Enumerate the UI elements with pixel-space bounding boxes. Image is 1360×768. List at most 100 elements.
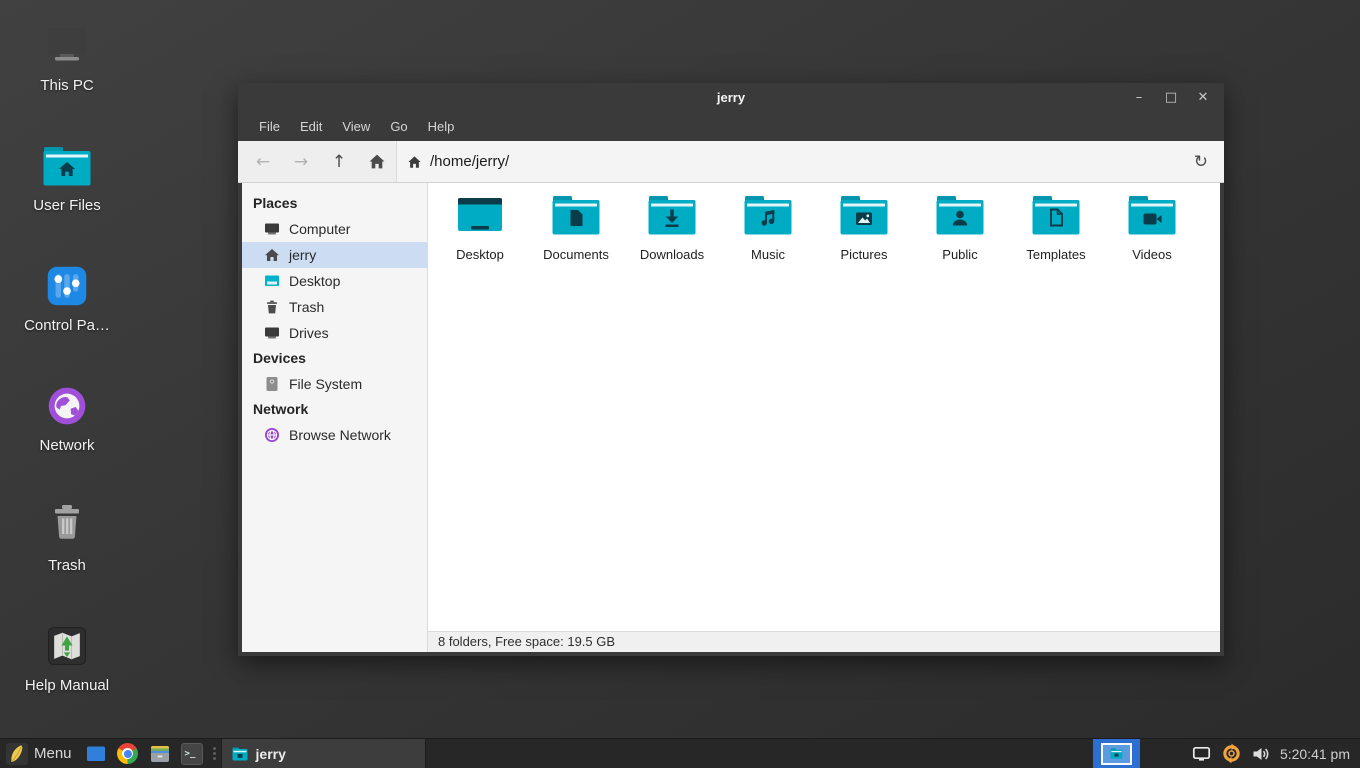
menu-view[interactable]: View (333, 115, 379, 138)
desktop-icon-user-files[interactable]: User Files (7, 142, 127, 214)
close-button[interactable]: ✕ (1194, 90, 1212, 105)
active-workspace (1101, 743, 1132, 765)
computer-icon (7, 22, 127, 70)
window-title: jerry (238, 90, 1224, 105)
menu-label: Menu (34, 745, 72, 762)
help-manual-icon (7, 622, 127, 670)
app-menu-button[interactable]: Menu (0, 739, 80, 768)
terminal-icon: >_ (181, 743, 203, 765)
desktop-icon-label: User Files (7, 197, 127, 214)
display-tray-icon[interactable] (1192, 746, 1211, 762)
sidebar: Places Computer jerry Desktop Trash Driv… (242, 183, 428, 652)
folder-item-pictures[interactable]: Pictures (816, 195, 912, 262)
public-folder-icon (936, 195, 984, 235)
clock[interactable]: 5:20:41 pm (1280, 746, 1350, 762)
chrome-icon (117, 743, 138, 764)
titlebar[interactable]: jerry – □ ✕ (238, 83, 1224, 111)
mini-window-icon (1110, 748, 1123, 759)
sidebar-item-browse-network[interactable]: Browse Network (242, 422, 427, 448)
trash-icon (264, 299, 280, 315)
back-button[interactable]: ← (244, 141, 282, 182)
sidebar-item-desktop[interactable]: Desktop (242, 268, 427, 294)
desktop-icon-help-manual[interactable]: Help Manual (7, 622, 127, 694)
templates-folder-icon (1032, 195, 1080, 235)
chrome-launcher[interactable] (115, 741, 141, 767)
desktop-icon-network[interactable]: Network (7, 382, 127, 454)
minimize-button[interactable]: – (1130, 90, 1148, 105)
window-list-handle[interactable] (210, 739, 219, 768)
home-icon (264, 247, 280, 263)
folder-item-music[interactable]: Music (720, 195, 816, 262)
file-system-drive-icon (264, 376, 280, 392)
file-manager-launcher[interactable] (147, 741, 173, 767)
desktop-icon-label: This PC (7, 77, 127, 94)
distro-feather-icon (6, 743, 28, 765)
menu-help[interactable]: Help (419, 115, 464, 138)
sidebar-item-file-system[interactable]: File System (242, 371, 427, 397)
desktop-icon-control-panel[interactable]: Control Pa… (7, 262, 127, 334)
folder-item-public[interactable]: Public (912, 195, 1008, 262)
status-bar: 8 folders, Free space: 19.5 GB (428, 631, 1220, 652)
computer-icon (264, 221, 280, 237)
sidebar-item-label: Desktop (289, 273, 340, 289)
folder-item-templates[interactable]: Templates (1008, 195, 1104, 262)
sidebar-header-places: Places (242, 191, 427, 216)
folder-item-documents[interactable]: Documents (528, 195, 624, 262)
folder-label: Templates (1008, 247, 1104, 262)
sidebar-item-label: jerry (289, 247, 316, 263)
desktop-icon-label: Network (7, 437, 127, 454)
task-button-jerry[interactable]: jerry (221, 739, 426, 768)
up-button[interactable]: ↑ (320, 141, 358, 182)
folder-item-videos[interactable]: Videos (1104, 195, 1200, 262)
trash-icon (7, 502, 127, 550)
menubar: File Edit View Go Help (238, 111, 1224, 141)
toolbar: ← → ↑ /home/jerry/ ↻ (238, 141, 1224, 183)
path-bar[interactable]: /home/jerry/ ↻ (396, 141, 1224, 182)
sidebar-item-trash[interactable]: Trash (242, 294, 427, 320)
sidebar-header-devices: Devices (242, 346, 427, 371)
sidebar-item-label: Browse Network (289, 427, 391, 443)
sidebar-item-computer[interactable]: Computer (242, 216, 427, 242)
menu-file[interactable]: File (250, 115, 289, 138)
desktop-icon-label: Control Pa… (7, 317, 127, 334)
workspace-pager[interactable] (1093, 739, 1140, 768)
system-tray (1192, 743, 1270, 764)
maximize-button[interactable]: □ (1162, 90, 1180, 105)
control-panel-icon (7, 262, 127, 310)
refresh-button[interactable]: ↻ (1188, 152, 1214, 172)
forward-button[interactable]: → (282, 141, 320, 182)
sidebar-item-label: File System (289, 376, 362, 392)
pictures-folder-icon (840, 195, 888, 235)
music-folder-icon (744, 195, 792, 235)
path-text[interactable]: /home/jerry/ (430, 153, 1180, 170)
home-button[interactable] (358, 141, 396, 182)
folder-label: Documents (528, 247, 624, 262)
sidebar-item-jerry[interactable]: jerry (242, 242, 427, 268)
folder-label: Pictures (816, 247, 912, 262)
show-desktop-button[interactable] (83, 741, 109, 767)
desktop-display-icon (456, 195, 504, 235)
show-desktop-icon (85, 743, 107, 765)
sidebar-item-drives[interactable]: Drives (242, 320, 427, 346)
desktop-icon-trash[interactable]: Trash (7, 502, 127, 574)
menu-go[interactable]: Go (381, 115, 416, 138)
home-icon (407, 155, 422, 169)
folder-view: Desktop Documents Downloads Music Pictur (428, 183, 1220, 631)
desktop-icon (264, 273, 280, 289)
downloads-folder-icon (648, 195, 696, 235)
folder-label: Desktop (432, 247, 528, 262)
sidebar-item-label: Computer (289, 221, 350, 237)
folder-label: Public (912, 247, 1008, 262)
volume-tray-icon[interactable] (1252, 746, 1270, 762)
menu-edit[interactable]: Edit (291, 115, 331, 138)
folder-item-downloads[interactable]: Downloads (624, 195, 720, 262)
videos-folder-icon (1128, 195, 1176, 235)
desktop-icon-this-pc[interactable]: This PC (7, 22, 127, 94)
terminal-launcher[interactable]: >_ (179, 741, 205, 767)
updates-tray-icon[interactable] (1221, 743, 1242, 764)
network-globe-icon (7, 382, 127, 430)
folder-icon (232, 747, 248, 761)
network-globe-icon (264, 427, 280, 443)
file-manager-window: jerry – □ ✕ File Edit View Go Help ← → ↑… (238, 83, 1224, 656)
folder-item-desktop[interactable]: Desktop (432, 195, 528, 262)
